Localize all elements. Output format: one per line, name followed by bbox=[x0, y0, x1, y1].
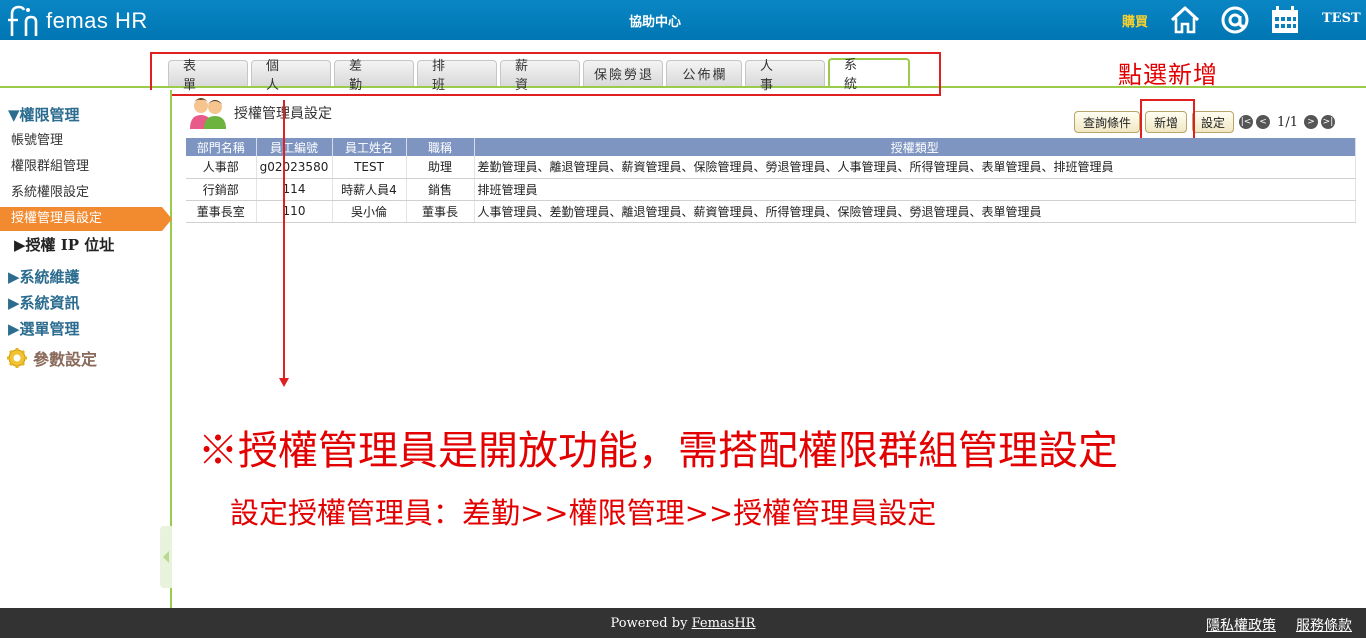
table-row[interactable]: 人事部 g02023580 TEST 助理 差勤管理員、離退管理員、薪資管理員、… bbox=[186, 156, 1356, 179]
settings-button[interactable]: 設定 bbox=[1192, 111, 1235, 133]
cell-title: 助理 bbox=[406, 156, 475, 179]
module-tabs: 表 單 個 人 差 勤 排 班 薪 資 保險勞退 公佈欄 人 事 系 統 bbox=[168, 58, 913, 93]
table-row[interactable]: 行銷部 114 時薪人員4 銷售 排班管理員 bbox=[186, 178, 1356, 201]
column-header-name[interactable]: 員工姓名 bbox=[332, 138, 407, 156]
cell-auth-types: 排班管理員 bbox=[474, 178, 1356, 201]
terms-of-service-link[interactable]: 服務條款 bbox=[1296, 615, 1352, 635]
prev-page-icon[interactable]: < bbox=[1256, 115, 1271, 129]
add-button[interactable]: 新增 bbox=[1145, 111, 1188, 133]
page-header: 授權管理員設定 bbox=[188, 96, 332, 130]
buy-link[interactable]: 購買 bbox=[1122, 11, 1148, 30]
powered-by-prefix: Powered by bbox=[610, 616, 692, 631]
annotation-note-line1: ※授權管理員是開放功能，需搭配權限群組管理設定 bbox=[198, 428, 1118, 474]
tab-insurance[interactable]: 保險勞退 bbox=[583, 60, 663, 86]
sidebar-section-maintenance[interactable]: ▶系統維護 bbox=[8, 266, 80, 287]
home-icon[interactable] bbox=[1170, 5, 1200, 35]
column-header-emp-no[interactable]: 員工編號 bbox=[256, 138, 333, 156]
cell-emp-no: g02023580 bbox=[256, 156, 333, 179]
user-name[interactable]: TEST bbox=[1322, 11, 1361, 26]
column-header-auth-types[interactable]: 授權類型 bbox=[474, 138, 1356, 156]
cell-name: TEST bbox=[332, 156, 407, 179]
table-header-row: 部門名稱 員工編號 員工姓名 職稱 授權類型 bbox=[186, 138, 1356, 156]
next-page-icon[interactable]: > bbox=[1303, 115, 1318, 129]
privacy-policy-link[interactable]: 隱私權政策 bbox=[1206, 615, 1276, 635]
cell-emp-no: 110 bbox=[256, 200, 333, 223]
cell-auth-types: 人事管理員、差勤管理員、離退管理員、薪資管理員、所得管理員、保險管理員、勞退管理… bbox=[474, 200, 1356, 223]
cell-title: 銷售 bbox=[406, 178, 475, 201]
femashr-link[interactable]: FemasHR bbox=[692, 616, 756, 631]
column-header-title[interactable]: 職稱 bbox=[406, 138, 475, 156]
sidebar-item-system-permissions[interactable]: 系統權限設定 bbox=[0, 181, 170, 205]
sidebar-item-permission-groups[interactable]: 權限群組管理 bbox=[0, 155, 170, 179]
sidebar-collapse-handle[interactable] bbox=[160, 526, 172, 588]
users-icon bbox=[190, 98, 226, 129]
sidebar: ▼權限管理 帳號管理 權限群組管理 系統權限設定 授權管理員設定 ▶授權 IP … bbox=[0, 90, 172, 608]
cell-name: 時薪人員4 bbox=[332, 178, 407, 201]
query-conditions-button[interactable]: 查詢條件 bbox=[1074, 111, 1141, 133]
gear-icon bbox=[7, 348, 27, 368]
admin-table: 部門名稱 員工編號 員工姓名 職稱 授權類型 人事部 g02023580 TES… bbox=[186, 138, 1356, 223]
cell-dept: 行銷部 bbox=[186, 178, 257, 201]
tab-forms[interactable]: 表 單 bbox=[168, 59, 248, 93]
sidebar-section-info[interactable]: ▶系統資訊 bbox=[8, 292, 80, 313]
tab-attendance[interactable]: 差 勤 bbox=[334, 59, 414, 93]
tab-payroll[interactable]: 薪 資 bbox=[500, 59, 580, 93]
column-header-dept[interactable]: 部門名稱 bbox=[186, 138, 257, 156]
annotation-click-add: 點選新增 bbox=[1118, 61, 1218, 89]
tab-hr[interactable]: 人 事 bbox=[745, 59, 825, 93]
cell-emp-no: 114 bbox=[256, 178, 333, 201]
cell-auth-types: 差勤管理員、離退管理員、薪資管理員、保險管理員、勞退管理員、人事管理員、所得管理… bbox=[474, 156, 1356, 179]
sidebar-section-menu[interactable]: ▶選單管理 bbox=[8, 318, 80, 339]
table-row[interactable]: 董事長室 110 吳小倫 董事長 人事管理員、差勤管理員、離退管理員、薪資管理員… bbox=[186, 200, 1356, 223]
tab-personal[interactable]: 個 人 bbox=[251, 59, 331, 93]
powered-by: Powered by FemasHR bbox=[0, 616, 1366, 631]
cell-dept: 董事長室 bbox=[186, 200, 257, 223]
cell-dept: 人事部 bbox=[186, 156, 257, 179]
tab-system[interactable]: 系 統 bbox=[828, 58, 910, 92]
first-page-icon[interactable]: |< bbox=[1239, 115, 1254, 129]
help-center-title[interactable]: 協助中心 bbox=[0, 11, 1310, 30]
sidebar-section-permissions[interactable]: ▼權限管理 bbox=[8, 104, 80, 125]
sidebar-item-authorized-admins[interactable]: 授權管理員設定 bbox=[0, 207, 172, 231]
cell-title: 董事長 bbox=[406, 200, 475, 223]
annotation-arrow-line bbox=[283, 100, 285, 380]
footer: Powered by FemasHR 隱私權政策 服務條款 bbox=[0, 608, 1366, 638]
annotation-note-line2: 設定授權管理員：差勤>>權限管理>>授權管理員設定 bbox=[230, 496, 937, 530]
at-mail-icon[interactable] bbox=[1220, 5, 1250, 35]
tab-bulletin[interactable]: 公佈欄 bbox=[666, 60, 742, 86]
sidebar-item-authorized-ip[interactable]: ▶授權 IP 位址 bbox=[14, 234, 114, 255]
sidebar-params-label: 參數設定 bbox=[33, 350, 98, 369]
annotation-arrow-head bbox=[279, 378, 289, 387]
page-indicator: 1/1 bbox=[1277, 114, 1298, 130]
toolbar: 查詢條件 新增 設定 |< < 1/1 > >| bbox=[1074, 110, 1338, 134]
cell-name: 吳小倫 bbox=[332, 200, 407, 223]
sidebar-item-accounts[interactable]: 帳號管理 bbox=[0, 129, 170, 153]
top-header: femas HR 協助中心 購買 TEST bbox=[0, 0, 1366, 40]
sidebar-item-params[interactable]: 參數設定 bbox=[6, 346, 97, 370]
calendar-icon[interactable] bbox=[1270, 5, 1300, 35]
tab-shift[interactable]: 排 班 bbox=[417, 59, 497, 93]
last-page-icon[interactable]: >| bbox=[1320, 115, 1335, 129]
